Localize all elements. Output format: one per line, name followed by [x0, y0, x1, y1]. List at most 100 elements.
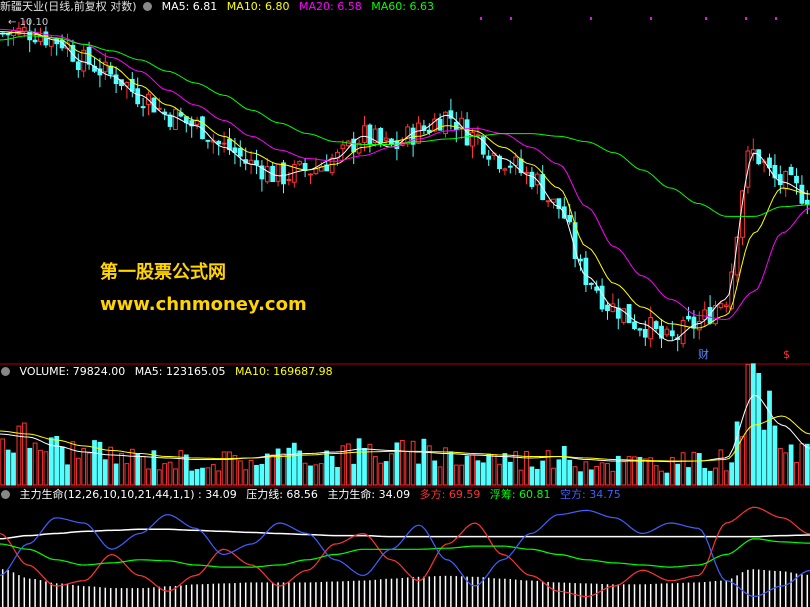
- volume-bar-up: [167, 461, 173, 486]
- volume-bar-up: [0, 438, 6, 486]
- volume-bar-up: [205, 467, 211, 486]
- volume-bar-down: [194, 469, 200, 486]
- volume-bar-up: [794, 461, 799, 486]
- volume-bar-down: [421, 438, 427, 486]
- volume-bar-up: [389, 453, 394, 486]
- stock-label: 新疆天业(日线,前复权 对数): [0, 0, 137, 13]
- volume-bar-down: [480, 462, 486, 486]
- indicator-settings-icon[interactable]: [1, 490, 10, 499]
- volume-settings-icon[interactable]: [1, 367, 10, 376]
- volume-bar-up: [410, 440, 416, 486]
- event-marker-1[interactable]: 财: [698, 348, 709, 362]
- candle-down: [486, 155, 492, 160]
- volume-bar-up: [799, 443, 805, 486]
- candle-down: [237, 147, 243, 157]
- settings-icon[interactable]: [143, 2, 153, 11]
- volume-bar-up: [367, 443, 373, 486]
- volume-bar-down: [102, 459, 108, 486]
- event-tick-marker: [745, 17, 747, 20]
- candle-down: [583, 257, 589, 285]
- volume-bar-down: [291, 442, 297, 486]
- volume-bar-down: [588, 469, 594, 486]
- candle-up: [723, 304, 729, 307]
- candle-down: [777, 174, 783, 186]
- volume-bar-up: [723, 470, 729, 486]
- candle-up: [664, 328, 670, 336]
- volume-bar-up: [43, 451, 49, 486]
- volume-bar-down: [65, 464, 70, 486]
- candle-down: [567, 215, 573, 223]
- candle-down: [367, 124, 373, 144]
- candle-down: [140, 106, 146, 109]
- volume-bar-down: [540, 460, 546, 486]
- candle-up: [718, 303, 724, 309]
- volume-ma5: MA5: 123165.05: [134, 365, 226, 378]
- volume-bar-down: [664, 472, 670, 486]
- volume-bar-up: [129, 448, 135, 486]
- volume-bar-down: [529, 466, 535, 486]
- volume-bar-up: [32, 442, 38, 486]
- candle-down: [378, 127, 384, 143]
- candle-up: [329, 157, 335, 174]
- candle-down: [788, 166, 794, 176]
- volume-bar-down: [259, 463, 265, 486]
- high-price-label: ← 10.10: [8, 17, 49, 28]
- candle-down: [32, 39, 38, 43]
- volume-bar-down: [151, 450, 157, 486]
- candle-down: [794, 175, 799, 184]
- volume-bar-down: [329, 455, 335, 486]
- volume-bar-up: [718, 449, 724, 486]
- volume-bar-down: [502, 453, 508, 486]
- volume-bar-down: [324, 450, 330, 486]
- volume-bar-down: [308, 465, 313, 486]
- volume-bar-up: [680, 452, 686, 486]
- volume-bar-down: [356, 438, 362, 486]
- volume-bar-up: [173, 468, 178, 486]
- volume-bar-up: [38, 449, 43, 486]
- candle-down: [108, 65, 114, 75]
- volume-bar-down: [432, 460, 438, 486]
- candle-down: [691, 316, 697, 329]
- candle-up: [264, 166, 270, 183]
- volume-bar-down: [286, 447, 292, 486]
- volume-bar-up: [16, 425, 22, 486]
- watermark: 第一股票公式网 www.chnmoney.com: [100, 258, 307, 315]
- volume-bar-up: [237, 460, 243, 486]
- volume-bar-up: [621, 461, 627, 486]
- volume-bar-up: [70, 441, 76, 486]
- candle-up: [308, 173, 313, 176]
- indicator-line-3: [0, 538, 810, 568]
- volume-bar-up: [740, 436, 745, 486]
- volume-bar-up: [227, 451, 232, 486]
- candle-down: [653, 321, 659, 330]
- volume-bar-down: [578, 471, 583, 486]
- volume-bar-up: [691, 451, 697, 486]
- volume-bar-up: [551, 467, 556, 486]
- volume-bar-up: [156, 469, 162, 486]
- volume-bar-up: [437, 466, 443, 486]
- candle-up: [340, 144, 346, 150]
- volume-bar-up: [248, 459, 254, 486]
- volume-bar-up: [146, 468, 151, 486]
- volume-bar-up: [399, 440, 405, 486]
- candle-down: [632, 321, 637, 330]
- candle-up: [286, 178, 292, 181]
- indicator-name: 主力生命(12,26,10,10,21,44,1,1) : 34.09: [19, 488, 237, 501]
- event-marker-2[interactable]: $: [783, 348, 790, 362]
- volume-bar-up: [81, 448, 87, 486]
- candle-down: [167, 114, 173, 127]
- volume-bar-down: [761, 429, 767, 486]
- volume-bar-down: [707, 470, 713, 486]
- candle-down: [281, 162, 286, 185]
- volume-bar-up: [459, 464, 465, 486]
- volume-bar-up: [108, 446, 114, 486]
- candle-down: [578, 258, 583, 262]
- candle-down: [437, 118, 443, 131]
- event-tick-marker: [510, 17, 512, 20]
- volume-bar-down: [264, 453, 270, 486]
- volume-bar-up: [610, 470, 616, 486]
- volume-bar-up: [518, 469, 524, 486]
- volume-bar-down: [534, 468, 540, 486]
- volume-bar-down: [556, 459, 562, 486]
- price-header: 新疆天业(日线,前复权 对数) MA5: 6.81 MA10: 6.80 MA2…: [0, 0, 440, 14]
